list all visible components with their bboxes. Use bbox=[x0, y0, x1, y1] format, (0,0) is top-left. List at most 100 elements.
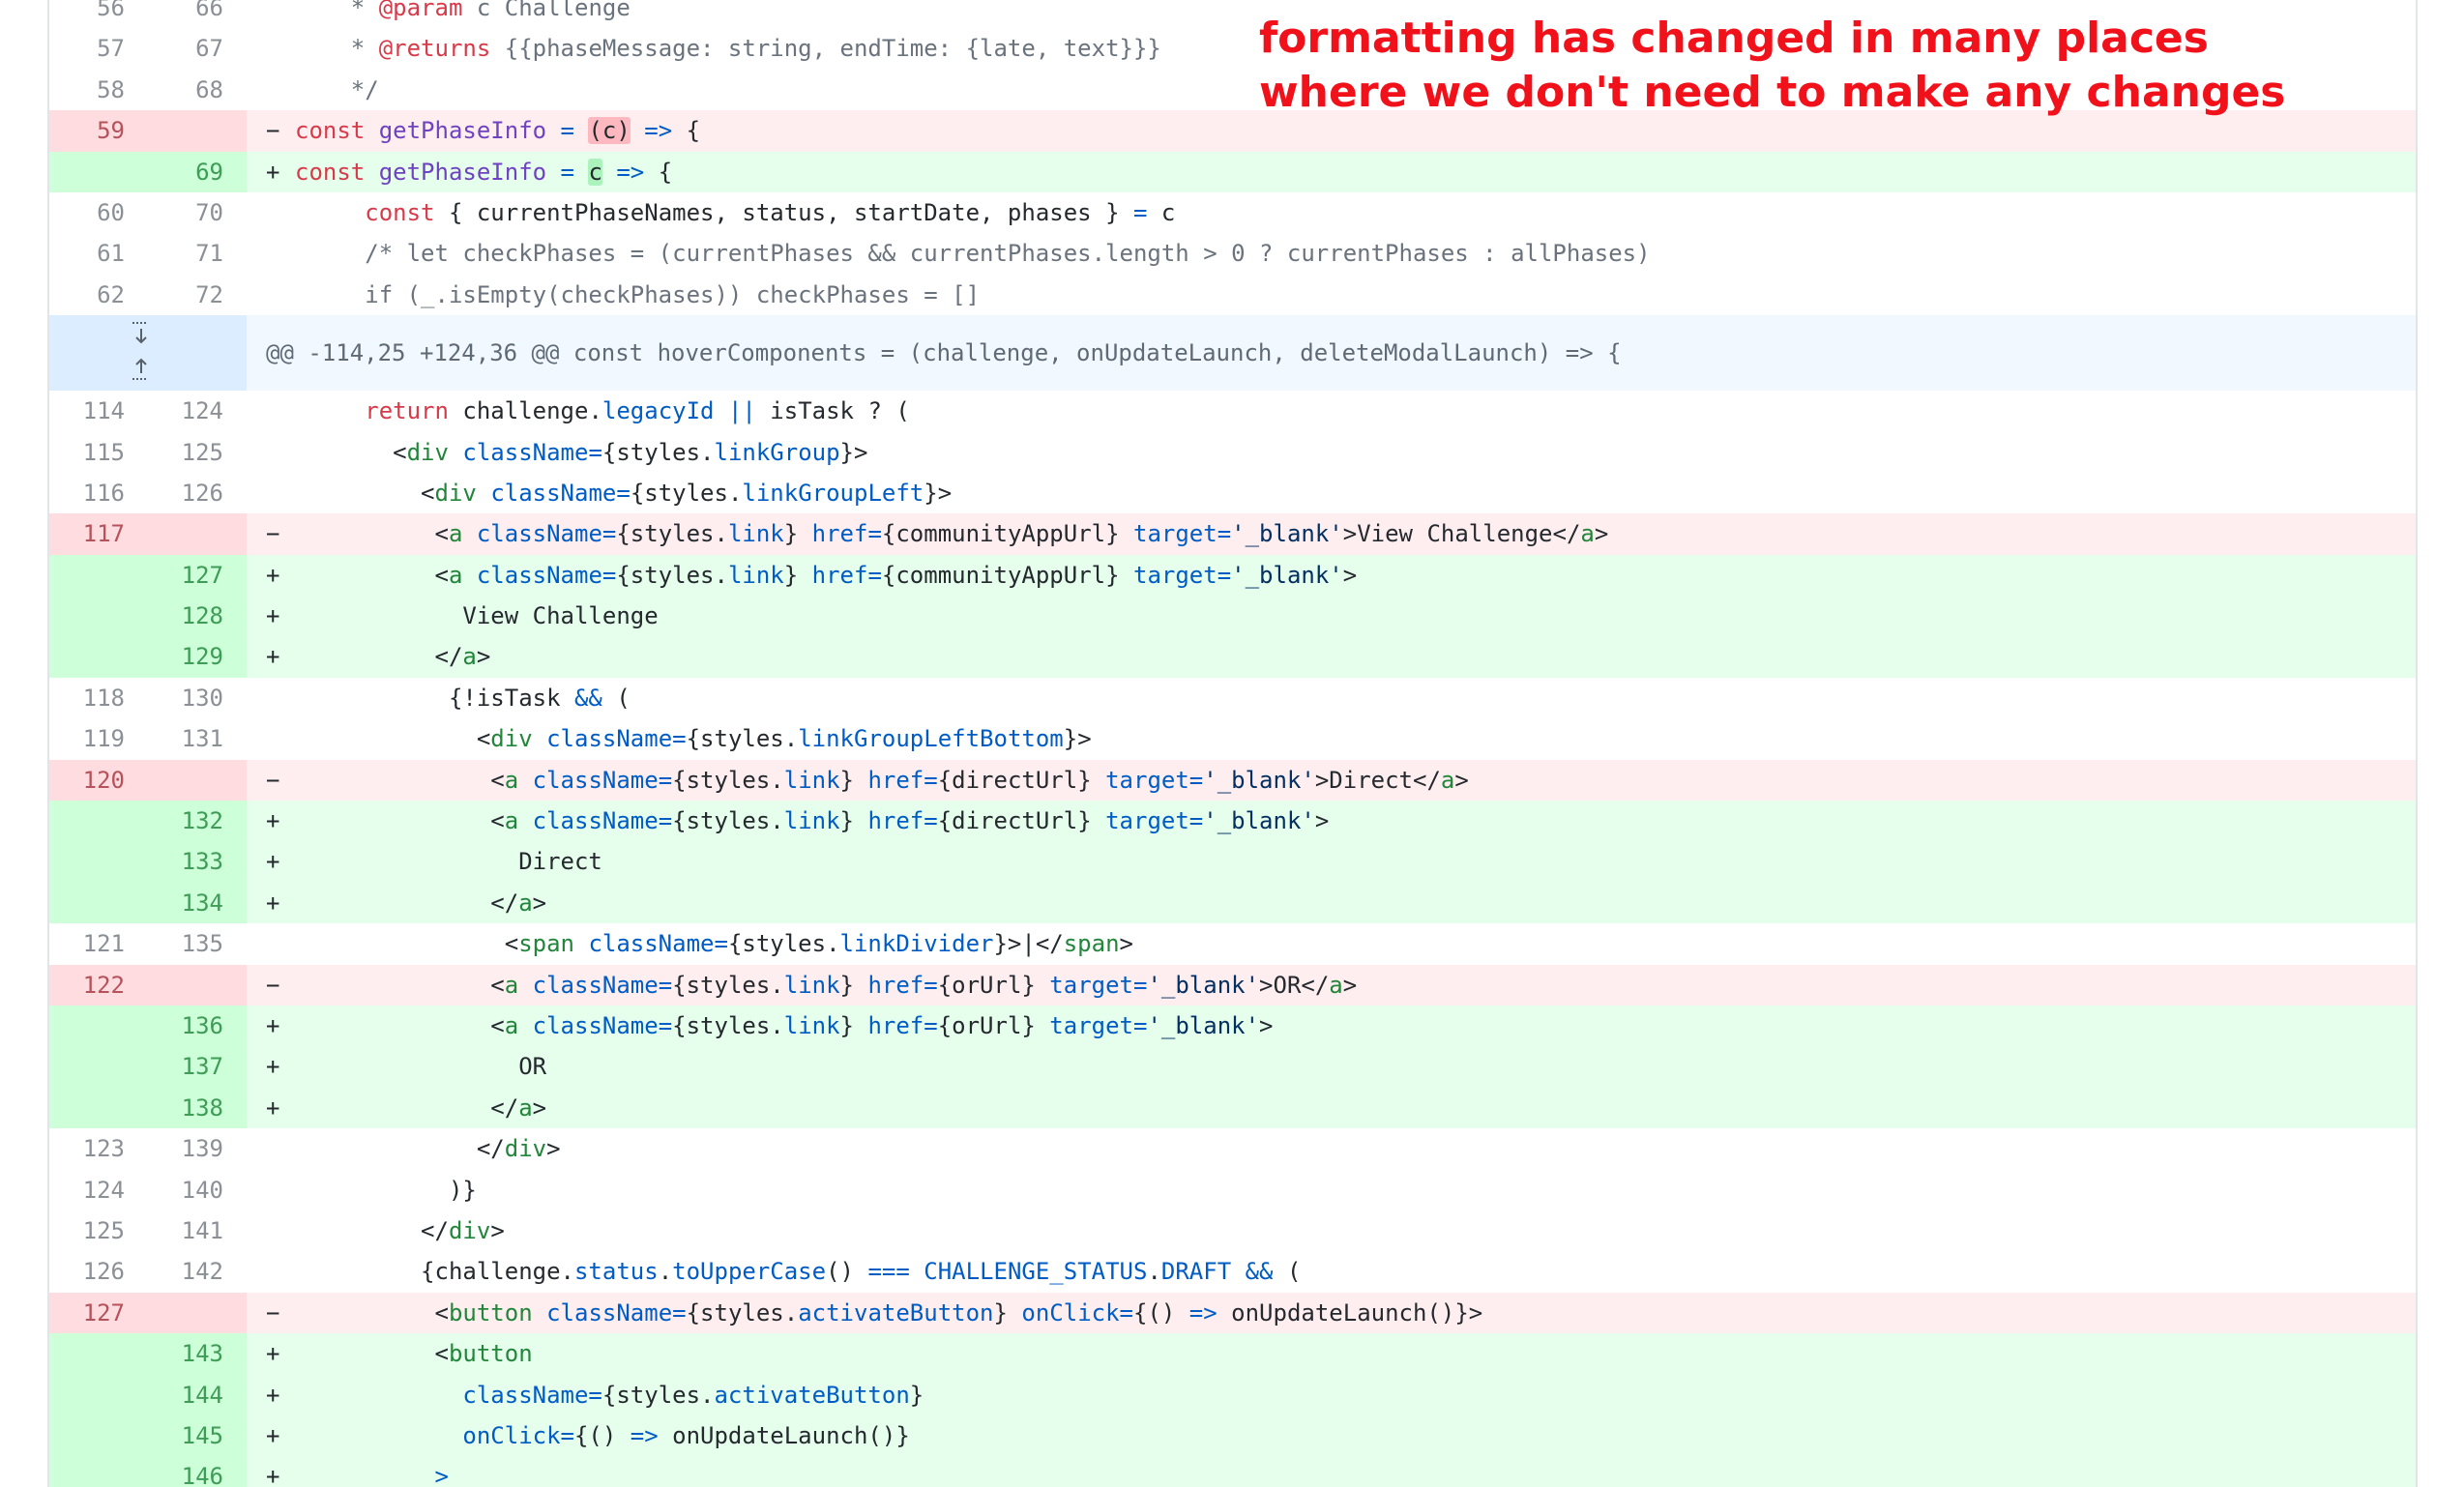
new-line-number[interactable]: 126 bbox=[148, 473, 247, 513]
code-token: > bbox=[476, 643, 491, 671]
old-line-number[interactable]: 123 bbox=[49, 1128, 148, 1169]
new-line-number[interactable]: 71 bbox=[148, 233, 247, 274]
new-line-number[interactable]: 67 bbox=[148, 28, 247, 69]
old-line-number[interactable] bbox=[49, 1456, 148, 1487]
old-line-number[interactable]: 116 bbox=[49, 473, 148, 513]
new-line-number[interactable]: 72 bbox=[148, 275, 247, 315]
code-token: a bbox=[504, 807, 519, 835]
old-line-number[interactable] bbox=[49, 1414, 148, 1457]
code-token: const bbox=[295, 158, 379, 186]
new-line-number[interactable]: 66 bbox=[148, 0, 247, 28]
old-line-number[interactable] bbox=[49, 1046, 148, 1088]
code-token: a bbox=[462, 643, 477, 671]
old-line-number[interactable]: 117 bbox=[49, 513, 148, 555]
old-line-number[interactable]: 120 bbox=[49, 759, 148, 802]
diff-line: 61 71 /* let checkPhases = (currentPhases… bbox=[49, 233, 2416, 274]
new-line-number[interactable] bbox=[148, 513, 247, 555]
code-token: onUpdateLaunch()} bbox=[658, 1421, 910, 1449]
old-line-number[interactable]: 126 bbox=[49, 1251, 148, 1292]
new-line-number[interactable]: 146 bbox=[148, 1456, 247, 1487]
old-line-number[interactable]: 56 bbox=[49, 0, 148, 28]
old-line-number[interactable]: 124 bbox=[49, 1170, 148, 1210]
old-line-number[interactable]: 127 bbox=[49, 1292, 148, 1334]
hunk-header[interactable]: @@ -114,25 +124,36 @@ const hoverCompone… bbox=[49, 315, 2416, 392]
code-token: className= bbox=[462, 438, 602, 466]
code-token: target= bbox=[1105, 807, 1204, 835]
new-line-number[interactable]: 132 bbox=[148, 801, 247, 842]
old-line-number[interactable]: 57 bbox=[49, 28, 148, 69]
new-line-number[interactable]: 137 bbox=[148, 1046, 247, 1088]
old-line-number[interactable]: 121 bbox=[49, 923, 148, 964]
code-token: isTask ? ( bbox=[755, 397, 910, 425]
old-line-number[interactable]: 60 bbox=[49, 192, 148, 233]
old-line-number[interactable]: 115 bbox=[49, 432, 148, 473]
old-line-number[interactable]: 119 bbox=[49, 718, 148, 759]
code-content: <div className={styles.linkGroupLeft}> bbox=[247, 473, 2416, 513]
code-token: href= bbox=[867, 971, 938, 999]
old-line-number[interactable]: 62 bbox=[49, 275, 148, 315]
old-line-number[interactable] bbox=[49, 596, 148, 637]
code-token: => bbox=[630, 1421, 659, 1449]
code-token: = bbox=[546, 158, 589, 186]
new-line-number[interactable]: 141 bbox=[148, 1210, 247, 1251]
old-line-number[interactable] bbox=[49, 151, 148, 192]
old-line-number[interactable] bbox=[49, 1333, 148, 1375]
new-line-number[interactable]: 69 bbox=[148, 151, 247, 192]
old-line-number[interactable] bbox=[49, 801, 148, 842]
new-line-number[interactable] bbox=[148, 1292, 247, 1334]
old-line-number[interactable] bbox=[49, 841, 148, 883]
diff-line: 126 142 {challenge.status.toUpperCase() =… bbox=[49, 1251, 2416, 1292]
new-line-number[interactable]: 144 bbox=[148, 1374, 247, 1415]
code-token: > bbox=[532, 889, 547, 917]
code-token: < bbox=[295, 561, 449, 589]
addition-marker: + bbox=[266, 561, 280, 589]
new-line-number[interactable]: 145 bbox=[148, 1414, 247, 1457]
old-line-number[interactable] bbox=[49, 636, 148, 678]
new-line-number[interactable]: 139 bbox=[148, 1128, 247, 1169]
new-line-number[interactable] bbox=[148, 759, 247, 802]
new-line-number[interactable]: 124 bbox=[148, 391, 247, 431]
new-line-number[interactable] bbox=[148, 315, 247, 392]
new-line-number[interactable]: 134 bbox=[148, 882, 247, 924]
code-token: href= bbox=[867, 766, 938, 794]
old-line-number[interactable]: 125 bbox=[49, 1210, 148, 1251]
deletion-marker: − bbox=[266, 766, 280, 794]
new-line-number[interactable] bbox=[148, 110, 247, 152]
new-line-number[interactable]: 129 bbox=[148, 636, 247, 678]
old-line-number[interactable] bbox=[49, 554, 148, 597]
old-line-number[interactable] bbox=[49, 315, 150, 392]
old-line-number[interactable] bbox=[49, 882, 148, 924]
code-content: const { currentPhaseNames, status, start… bbox=[247, 192, 2416, 233]
new-line-number[interactable]: 125 bbox=[148, 432, 247, 473]
new-line-number[interactable]: 128 bbox=[148, 596, 247, 637]
old-line-number[interactable] bbox=[49, 1005, 148, 1047]
new-line-number[interactable]: 140 bbox=[148, 1170, 247, 1210]
new-line-number[interactable]: 136 bbox=[148, 1005, 247, 1047]
new-line-number[interactable]: 138 bbox=[148, 1087, 247, 1129]
code-token: link bbox=[727, 520, 784, 548]
old-line-number[interactable]: 59 bbox=[49, 110, 148, 152]
old-line-number[interactable]: 114 bbox=[49, 391, 148, 431]
old-line-number[interactable] bbox=[49, 1087, 148, 1129]
deletion-marker: − bbox=[266, 520, 280, 548]
new-line-number[interactable]: 143 bbox=[148, 1333, 247, 1375]
new-line-number[interactable]: 133 bbox=[148, 841, 247, 883]
old-line-number[interactable]: 118 bbox=[49, 678, 148, 718]
old-line-number[interactable]: 58 bbox=[49, 70, 148, 110]
old-line-number[interactable] bbox=[49, 1374, 148, 1415]
old-line-number[interactable]: 61 bbox=[49, 233, 148, 274]
new-line-number[interactable]: 70 bbox=[148, 192, 247, 233]
code-token: => bbox=[630, 117, 673, 145]
old-line-number[interactable]: 122 bbox=[49, 964, 148, 1006]
new-line-number[interactable] bbox=[148, 964, 247, 1006]
new-line-number[interactable]: 131 bbox=[148, 718, 247, 759]
code-token: className= bbox=[490, 479, 631, 507]
new-line-number[interactable]: 68 bbox=[148, 70, 247, 110]
context-marker bbox=[266, 28, 295, 69]
new-line-number[interactable]: 127 bbox=[148, 554, 247, 597]
new-line-number[interactable]: 142 bbox=[148, 1251, 247, 1292]
new-line-number[interactable]: 135 bbox=[148, 923, 247, 964]
new-line-number[interactable]: 130 bbox=[148, 678, 247, 718]
